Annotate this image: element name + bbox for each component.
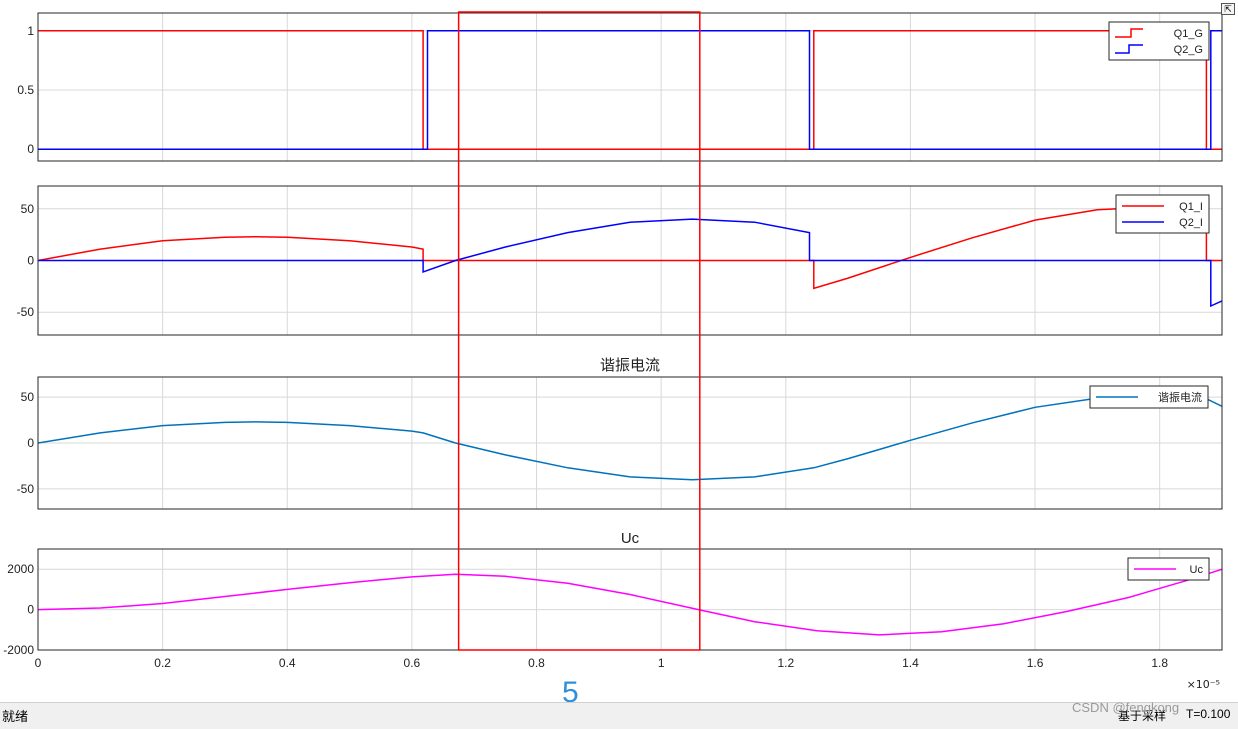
y-tick-label: 0: [27, 254, 34, 268]
y-tick-label: 2000: [7, 562, 34, 576]
subplot-3: -50050谐振电流谐振电流: [17, 357, 1223, 510]
x-tick-label: 1.8: [1151, 656, 1168, 670]
y-tick-label: 1: [27, 24, 34, 38]
watermark: CSDN @fengkong: [1072, 700, 1180, 715]
x-tick-label: 0.2: [154, 656, 171, 670]
x-tick-label: 1.6: [1027, 656, 1044, 670]
subplot-4: -200002000UcUc0 0.2 0.4 0.6 0.8 1 1.2 1.4 1.6 1.8…: [3, 530, 1223, 691]
subplot-title: 谐振电流: [600, 357, 660, 374]
subplot-1: 0 0.5 1 Q1_G Q2_G: [17, 12, 1223, 162]
status-time: T=0.100: [1186, 707, 1231, 721]
status-ready: 就绪: [2, 709, 29, 724]
x-tick-label: 1.2: [777, 656, 794, 670]
legend-label: Q1_I: [1179, 201, 1203, 213]
legend-label: Q2_G: [1174, 44, 1203, 56]
y-tick-label: -50: [17, 482, 35, 496]
x-tick-label: 1: [658, 656, 665, 670]
x-tick-label: 0.6: [404, 656, 421, 670]
y-tick-label: 0: [27, 142, 34, 156]
legend: 谐振电流: [1089, 385, 1209, 409]
legend-label: Q2_I: [1179, 217, 1203, 229]
y-tick-label: -2000: [3, 643, 34, 657]
expand-icon[interactable]: ⇱: [1221, 3, 1235, 15]
legend: Uc: [1127, 557, 1210, 581]
axes-background: [38, 13, 1222, 161]
x-tick-label: 0.4: [279, 656, 296, 670]
legend: Q1_G Q2_G: [1108, 21, 1210, 61]
legend-label: Uc: [1190, 564, 1204, 576]
y-tick-label: 50: [21, 202, 35, 216]
scope-figure: 00.51 Q1_GQ2_G-50050 Q1_IQ2_I-50050谐振电流谐振电…: [3, 11, 1223, 691]
x-tick-label: 0.8: [528, 656, 545, 670]
legend-label: 谐振电流: [1158, 390, 1202, 404]
legend: Q1_I Q2_I: [1115, 194, 1210, 234]
y-tick-label: 50: [21, 390, 35, 404]
y-tick-label: 0: [27, 603, 34, 617]
y-tick-label: -50: [17, 305, 35, 319]
plot-area: 00.51 Q1_GQ2_G-50050 Q1_IQ2_I-50050谐振电流谐振电…: [3, 12, 1223, 691]
x-tick-label: 0: [35, 656, 42, 670]
x-tick-label: 1.4: [902, 656, 919, 670]
status-bar: 就绪 基于采样 T=0.100: [0, 702, 1238, 729]
x-exponent-label: ×10⁻⁵: [1187, 678, 1220, 691]
legend-label: Q1_G: [1174, 28, 1203, 40]
axes-background: [38, 549, 1222, 650]
y-tick-label: 0: [27, 436, 34, 450]
subplot-2: -50 0 50 Q1_I Q2_I: [17, 185, 1223, 336]
subplot-title: Uc: [621, 530, 640, 547]
y-tick-label: 0.5: [17, 83, 34, 97]
